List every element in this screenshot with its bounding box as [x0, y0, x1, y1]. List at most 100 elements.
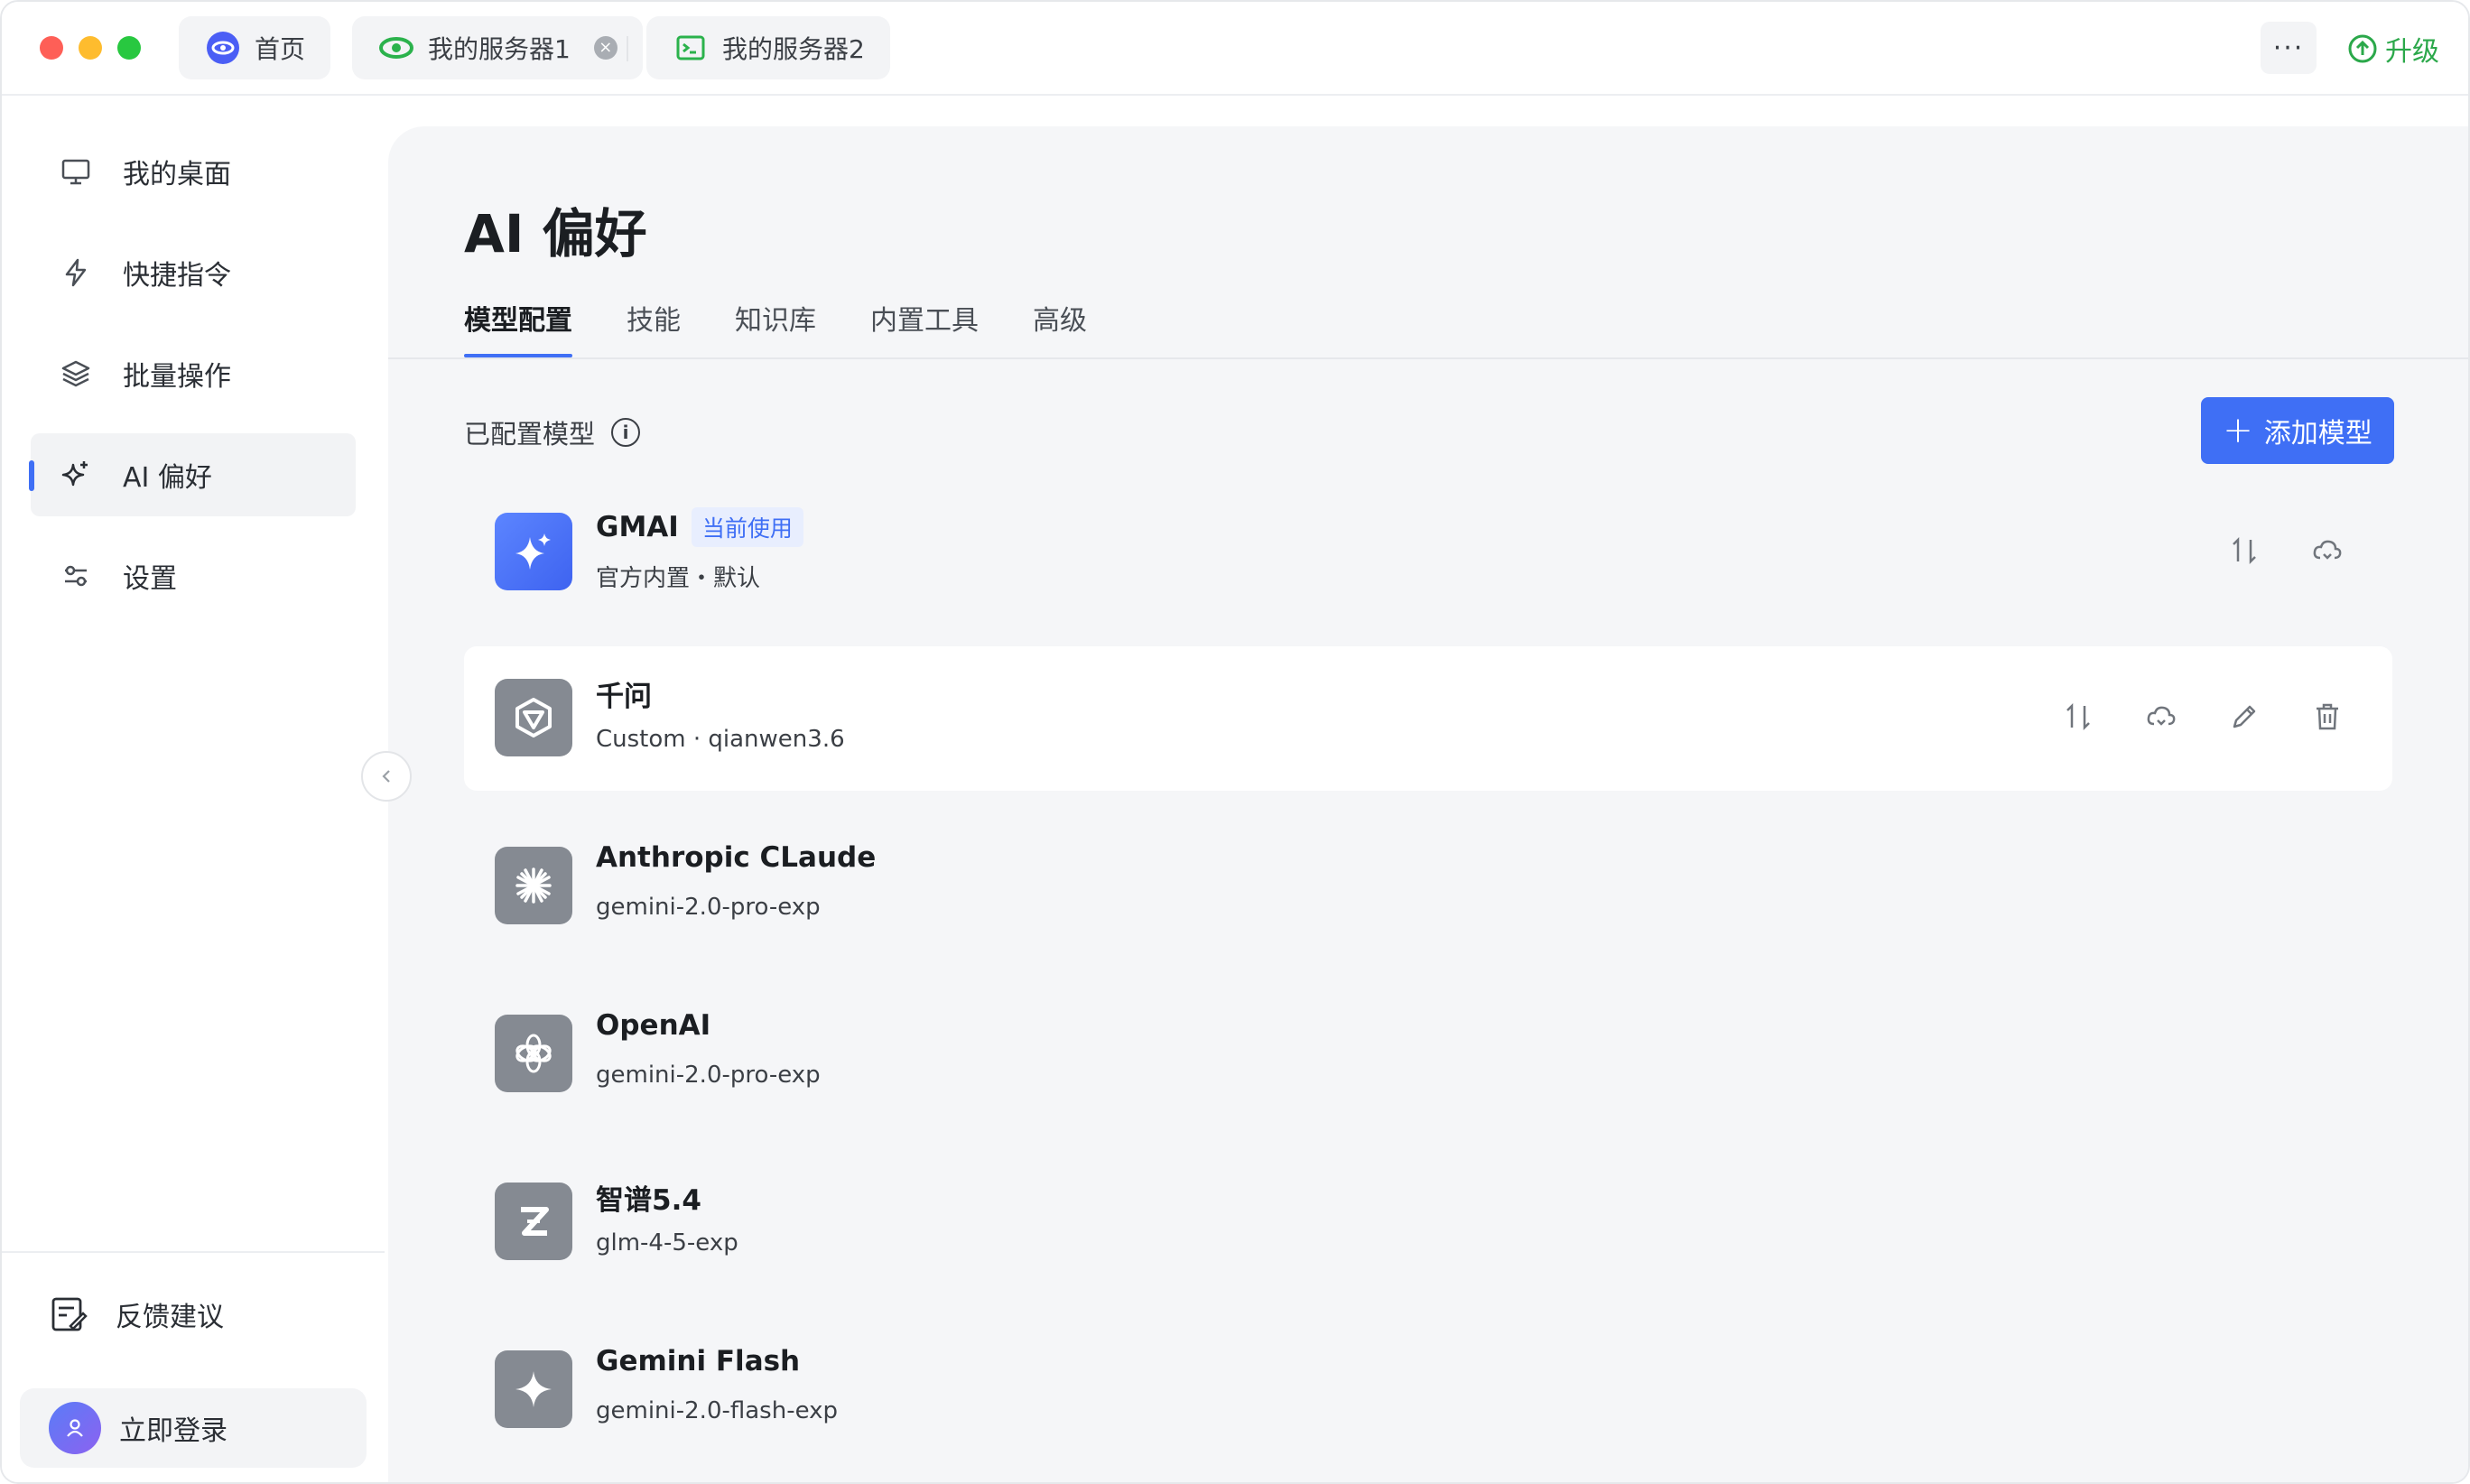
tab-knowledge-base[interactable]: 知识库 [735, 298, 816, 357]
model-subtitle: gemini-2.0-pro-exp [596, 1062, 821, 1089]
add-model-button[interactable]: + 添加模型 [2201, 397, 2394, 464]
edit-icon[interactable] [2224, 697, 2264, 737]
title-bar: 首页 我的服务器1 × 我的服务器2 ··· 升级 [2, 2, 2468, 96]
sidebar-item-label: AI 偏好 [123, 462, 212, 494]
sidebar-item-label: 设置 [123, 563, 177, 595]
delete-icon[interactable] [2308, 697, 2347, 737]
model-row-zhipu[interactable]: 智谱5.4 glm-4-5-exp [464, 1150, 2392, 1294]
settings-tabs: 模型配置 技能 知识库 内置工具 高级 [464, 298, 1087, 357]
model-row-gmai[interactable]: GMAI 当前使用 官方内置・默认 [464, 480, 2392, 625]
model-subtitle: Custom · qianwen3.6 [596, 726, 845, 753]
feedback-icon [51, 1297, 88, 1331]
tab-label: 我的服务器2 [722, 34, 865, 64]
close-window-button[interactable] [40, 36, 63, 60]
maximize-window-button[interactable] [117, 36, 141, 60]
model-name-text: GMAI [596, 511, 679, 543]
zhipu-logo-icon [495, 1183, 572, 1260]
model-row-qianwen[interactable]: 千问 Custom · qianwen3.6 [464, 646, 2392, 791]
eye-logo-icon [379, 31, 413, 65]
sort-icon[interactable] [2224, 531, 2264, 570]
section-label: 已配置模型 [464, 419, 596, 450]
lightning-icon [65, 258, 87, 287]
tab-server-1[interactable]: 我的服务器1 × [352, 16, 643, 79]
more-menu-button[interactable]: ··· [2261, 22, 2317, 74]
cloud-sync-icon[interactable] [2141, 697, 2181, 737]
model-name: Anthropic CLaude [596, 841, 876, 874]
minimize-window-button[interactable] [79, 36, 102, 60]
window-controls [40, 36, 141, 60]
model-actions [2224, 531, 2347, 570]
gemini-logo-icon [495, 1350, 572, 1428]
info-icon[interactable]: i [611, 418, 641, 447]
openai-logo-icon [495, 1015, 572, 1092]
add-model-label: 添加模型 [2263, 418, 2372, 450]
claude-logo-icon [495, 847, 572, 924]
section-header: 已配置模型 i [464, 413, 641, 451]
sidebar-item-desktop[interactable]: 我的桌面 [31, 130, 356, 213]
model-name-text: Gemini Flash [596, 1345, 801, 1377]
upgrade-arrow-icon [2348, 34, 2377, 63]
app-window: 首页 我的服务器1 × 我的服务器2 ··· 升级 我的桌面 快捷指令 批量操作… [0, 0, 2470, 1484]
sidebar-item-label: 我的桌面 [123, 159, 231, 190]
model-name: 千问 [596, 673, 652, 714]
tab-model-config[interactable]: 模型配置 [464, 298, 572, 357]
model-subtitle: gemini-2.0-flash-exp [596, 1397, 839, 1424]
sidebar-item-settings[interactable]: 设置 [31, 534, 356, 617]
cloud-sync-icon[interactable] [2308, 531, 2347, 570]
model-name-text: 智谱5.4 [596, 1184, 701, 1217]
feedback-button[interactable]: 反馈建议 [49, 1294, 224, 1334]
model-name: OpenAI [596, 1009, 710, 1042]
page-title: AI 偏好 [464, 203, 647, 264]
model-row-anthropic[interactable]: Anthropic CLaude gemini-2.0-pro-exp [464, 814, 2392, 959]
sort-icon[interactable] [2058, 697, 2098, 737]
avatar [49, 1402, 101, 1454]
user-icon [67, 1419, 83, 1437]
sidebar-item-label: 快捷指令 [123, 260, 231, 292]
model-name-text: OpenAI [596, 1009, 711, 1042]
plus-icon: + [2223, 410, 2253, 451]
tab-builtin-tools[interactable]: 内置工具 [870, 298, 979, 357]
tab-home[interactable]: 首页 [179, 16, 331, 79]
tab-server-2[interactable]: 我的服务器2 [646, 16, 890, 79]
upgrade-label: 升级 [2385, 36, 2439, 68]
sparkle-icon [61, 461, 88, 487]
sidebar-item-label: 批量操作 [123, 361, 231, 393]
model-subtitle: 官方内置・默认 [596, 565, 761, 592]
tab-skills[interactable]: 技能 [627, 298, 681, 357]
model-subtitle: gemini-2.0-pro-exp [596, 894, 821, 921]
tab-divider [627, 36, 628, 61]
model-name: GMAI 当前使用 [596, 507, 803, 547]
sidebar-item-batch[interactable]: 批量操作 [31, 332, 356, 415]
model-name-text: 千问 [596, 681, 652, 713]
model-row-openai[interactable]: OpenAI gemini-2.0-pro-exp [464, 982, 2392, 1127]
terminal-icon [673, 31, 708, 65]
layers-icon [61, 360, 90, 387]
sidebar-item-ai-preferences[interactable]: AI 偏好 [29, 433, 356, 516]
login-button[interactable]: 立即登录 [20, 1388, 367, 1468]
main-panel: AI 偏好 模型配置 技能 知识库 内置工具 高级 已配置模型 i + 添加模型… [388, 126, 2468, 1482]
feedback-label: 反馈建议 [116, 1302, 224, 1333]
sliders-icon [65, 565, 87, 587]
ellipsis-icon: ··· [2272, 32, 2305, 64]
sidebar: 我的桌面 快捷指令 批量操作 AI 偏好 设置 反馈建议 立即登录 [2, 96, 385, 1482]
home-logo-icon [206, 31, 240, 65]
monitor-icon [61, 159, 90, 185]
qianwen-logo-icon [495, 679, 572, 756]
tab-label: 我的服务器1 [428, 34, 571, 64]
sidebar-item-shortcuts[interactable]: 快捷指令 [31, 231, 356, 314]
tab-label: 首页 [255, 34, 306, 64]
model-actions [2058, 697, 2347, 737]
sparkle-logo-icon [495, 513, 572, 590]
login-label: 立即登录 [119, 1415, 228, 1447]
upgrade-button[interactable]: 升级 [2347, 29, 2439, 69]
tabs-underline [388, 357, 2468, 359]
model-subtitle: glm-4-5-exp [596, 1229, 738, 1257]
sidebar-divider [2, 1251, 385, 1253]
chevron-left-icon [382, 770, 390, 783]
tab-advanced[interactable]: 高级 [1033, 298, 1087, 357]
model-name-text: Anthropic CLaude [596, 841, 877, 874]
collapse-sidebar-button[interactable] [361, 751, 412, 802]
model-name: 智谱5.4 [596, 1177, 701, 1218]
close-icon[interactable]: × [593, 36, 618, 60]
model-row-gemini-flash[interactable]: Gemini Flash gemini-2.0-flash-exp [464, 1318, 2392, 1462]
